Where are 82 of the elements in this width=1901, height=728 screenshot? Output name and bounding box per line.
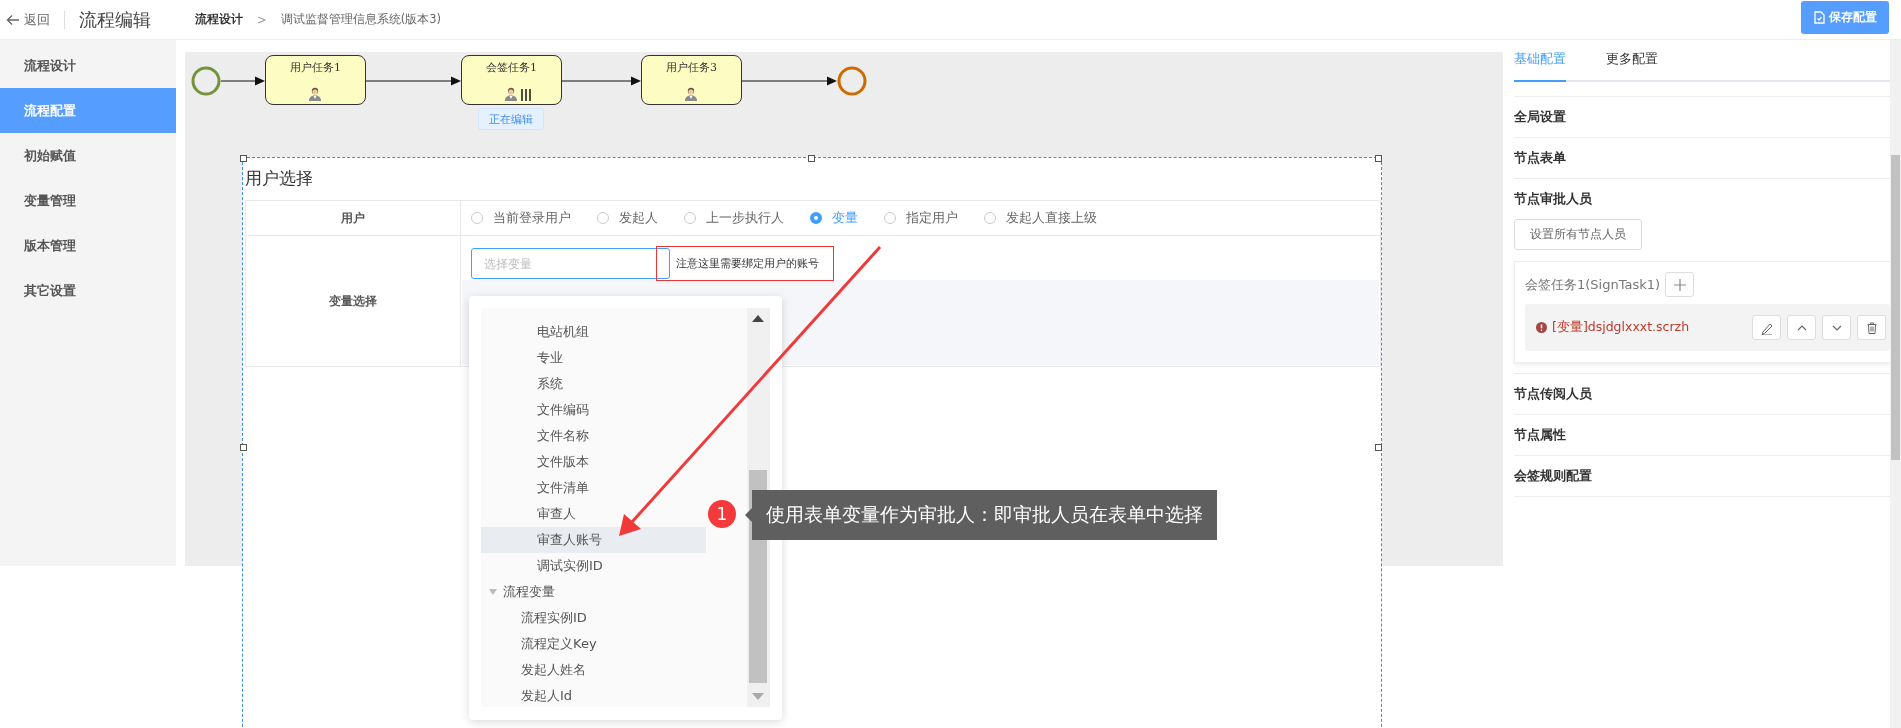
dropdown-option[interactable]: 审查人账号 [481, 527, 706, 553]
variable-select-field[interactable]: 选择变量 [471, 248, 670, 279]
radio-button[interactable] [597, 212, 609, 224]
task-label: 用户任务3 [665, 60, 718, 75]
dropdown-option[interactable]: 文件名称 [481, 423, 706, 449]
task-label: 用户任务1 [289, 60, 342, 75]
radio-button[interactable] [984, 212, 996, 224]
scroll-down-icon[interactable] [752, 693, 764, 700]
caret-icon [489, 589, 497, 595]
annotation-note: 注意这里需要绑定用户的账号 [656, 246, 834, 281]
section-header[interactable]: 会签规则配置 [1514, 456, 1890, 496]
tree-group[interactable]: 流程变量 [481, 579, 747, 605]
dropdown-option[interactable]: 流程实例ID [481, 605, 706, 631]
task-node[interactable]: 用户任务3 [641, 55, 742, 105]
dropdown-option[interactable]: 专业 [481, 345, 706, 371]
radio-button[interactable] [684, 212, 696, 224]
sidebar-item[interactable]: 变量管理 [0, 178, 176, 223]
connector-arrow [220, 76, 265, 86]
radio-button[interactable] [884, 212, 896, 224]
back-arrow-icon [6, 13, 20, 26]
add-button[interactable] [1665, 272, 1695, 297]
tooltip: 使用表单变量作为审批人：即审批人员在表单中选择 [745, 490, 1217, 540]
sidebar-item[interactable]: 版本管理 [0, 223, 176, 268]
delete-button[interactable] [1857, 315, 1886, 340]
file-icon [1813, 11, 1825, 24]
dropdown-option[interactable]: 文件编码 [481, 397, 706, 423]
resize-handle[interactable] [240, 444, 247, 451]
resize-handle[interactable] [1375, 155, 1382, 162]
breadcrumb-item[interactable]: 流程设计 [195, 12, 243, 27]
radio-option[interactable]: 指定用户 [884, 209, 958, 227]
section-header[interactable]: 节点属性 [1514, 415, 1890, 455]
move-up-button[interactable] [1787, 315, 1816, 340]
back-button[interactable]: 返回 [6, 10, 50, 29]
scrollbar[interactable] [1890, 40, 1901, 728]
radio-button[interactable] [471, 212, 483, 224]
radio-option[interactable]: 上一步执行人 [684, 209, 784, 227]
dropdown-option[interactable]: 流程定义Key [481, 631, 706, 657]
person-icon [684, 87, 698, 101]
dropdown-option[interactable]: 文件清单 [481, 475, 706, 501]
scroll-up-icon[interactable] [752, 315, 764, 322]
radio-option[interactable]: 发起人直接上级 [984, 209, 1097, 227]
start-event [191, 66, 221, 96]
section-header[interactable]: 全局设置 [1514, 97, 1890, 137]
sidebar-item[interactable]: 初始赋值 [0, 133, 176, 178]
field-label: 变量选择 [245, 235, 461, 367]
editing-tag: 正在编辑 [478, 108, 544, 130]
form-title: 用户选择 [245, 167, 313, 190]
assignee-text: [变量]dsjdglxxxt.scrzh [1552, 319, 1691, 336]
tab[interactable]: 更多配置 [1606, 50, 1658, 82]
sidebar-item[interactable]: 其它设置 [0, 268, 176, 313]
breadcrumb-item: 调试监督管理信息系统(版本3) [280, 12, 441, 27]
move-down-button[interactable] [1822, 315, 1851, 340]
dropdown-option[interactable]: 审查人 [481, 501, 706, 527]
sidebar-item[interactable]: 流程设计 [0, 43, 176, 88]
dropdown-option[interactable]: 系统 [481, 371, 706, 397]
dropdown-option[interactable]: 电站机组 [481, 319, 706, 345]
section-header[interactable]: 节点传阅人员 [1514, 374, 1890, 414]
dropdown-option[interactable]: 发起人Id [481, 683, 706, 707]
breadcrumb-separator: > [257, 12, 267, 27]
section-header[interactable]: 节点审批人员 [1514, 179, 1890, 219]
resize-handle[interactable] [240, 155, 247, 162]
field-label: 用户 [245, 200, 461, 236]
radio-option[interactable]: 当前登录用户 [471, 209, 571, 227]
radio-option[interactable]: 发起人 [597, 209, 658, 227]
edit-button[interactable] [1752, 315, 1781, 340]
end-event [837, 66, 867, 96]
task-label: 会签任务1 [485, 60, 538, 75]
resize-handle[interactable] [1375, 444, 1382, 451]
radio-button[interactable] [810, 212, 822, 224]
resize-handle[interactable] [808, 155, 815, 162]
task-node[interactable]: 用户任务1 [265, 55, 366, 105]
scrollbar-thumb[interactable] [1891, 155, 1900, 460]
dropdown-option[interactable]: 调试实例ID [481, 553, 706, 579]
set-all-button[interactable]: 设置所有节点人员 [1514, 219, 1642, 250]
section-header[interactable]: 节点表单 [1514, 138, 1890, 178]
dropdown-option[interactable]: 发起人姓名 [481, 657, 706, 683]
plus-icon [1673, 278, 1686, 291]
dropdown-option[interactable]: 文件版本 [481, 449, 706, 475]
person-icon [308, 87, 322, 101]
page-title: 流程编辑 [79, 7, 151, 32]
person-icon [504, 87, 518, 101]
task-name: 会签任务1(SignTask1) [1525, 275, 1661, 294]
